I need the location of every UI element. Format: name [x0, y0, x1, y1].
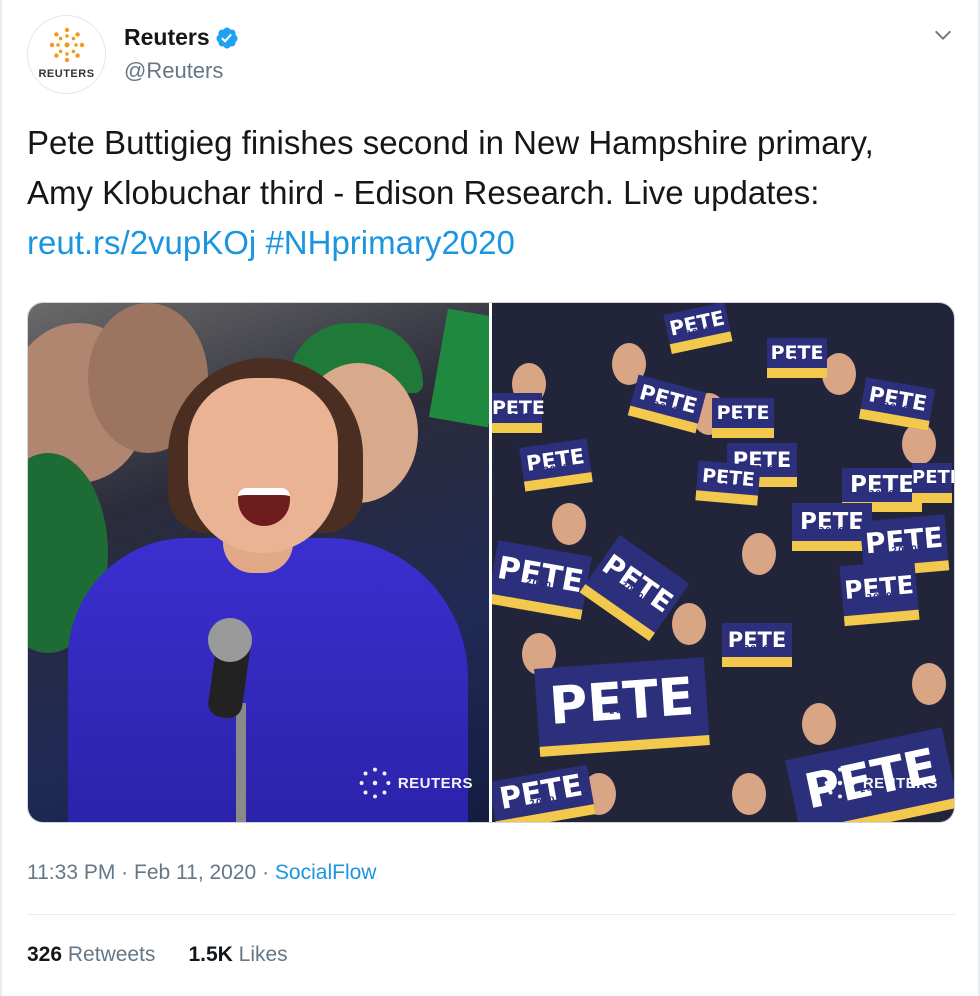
- watermark-text: REUTERS: [862, 774, 938, 792]
- pete-sign: PETE2020: [663, 303, 733, 355]
- likes-label: Likes: [238, 943, 288, 966]
- pete-sign: PETE2020: [767, 338, 827, 378]
- crowd-head: [732, 773, 766, 815]
- pete-sign-year: 2020: [714, 480, 742, 493]
- handle[interactable]: @Reuters: [124, 58, 223, 84]
- media-grid: REUTERS PETE 2020 PETE 2020 PETE 2020 PETE 2020…: [27, 302, 955, 823]
- microphone-head: [208, 618, 252, 662]
- verified-badge-icon: [216, 27, 238, 48]
- mic-stand: [236, 703, 246, 822]
- divider: [27, 914, 955, 915]
- tweet-time[interactable]: 11:33 PM: [27, 861, 115, 884]
- avatar[interactable]: REUTERS: [27, 15, 106, 94]
- pete-sign: PETE2020: [627, 374, 707, 434]
- photo-pete-rally[interactable]: PETE 2020 PETE 2020 PETE 2020 PETE 2020 PETE 2020…: [492, 303, 954, 822]
- source-link[interactable]: SocialFlow: [275, 861, 377, 884]
- crowd-head: [912, 663, 946, 705]
- avatar-text: REUTERS: [38, 68, 95, 80]
- pete-sign: PETE2020: [712, 398, 774, 438]
- reuters-logo-icon: [49, 27, 85, 63]
- pete-sign-year: 2020: [918, 482, 946, 491]
- meta-separator: ·: [262, 861, 270, 884]
- retweets-label: Retweets: [67, 943, 156, 966]
- tweet-body: Pete Buttigieg finishes second in New Ha…: [27, 124, 874, 211]
- chevron-down-icon[interactable]: [932, 24, 954, 46]
- photo-klobuchar[interactable]: REUTERS: [28, 303, 489, 822]
- pete-sign-year: 2020: [743, 644, 771, 653]
- crowd-head: [552, 503, 586, 545]
- pete-sign: PETE2020: [695, 460, 761, 506]
- pete-sign-year: 2020: [783, 357, 811, 366]
- pete-sign: PETE2020: [858, 377, 936, 431]
- meta-separator: ·: [121, 861, 129, 884]
- speaker-face: [188, 378, 338, 553]
- pete-sign-year: 2020: [608, 705, 636, 716]
- crowd-head: [672, 603, 706, 645]
- pete-sign: PETE2020: [519, 438, 593, 492]
- pete-sign-year: 2020: [729, 417, 757, 426]
- reuters-watermark: REUTERS: [358, 766, 473, 800]
- reuters-logo-icon: [824, 767, 856, 799]
- hashtag-link[interactable]: #NHprimary2020: [265, 224, 514, 261]
- background-sign: [428, 308, 489, 428]
- pete-sign: PETE2020: [839, 559, 920, 627]
- reuters-watermark: REUTERS: [823, 766, 938, 800]
- pete-sign-year: 2020: [503, 412, 531, 421]
- pete-sign: PETE2020: [492, 764, 596, 822]
- tweet-stats: 326 Retweets 1.5K Likes: [27, 943, 321, 967]
- pete-sign-year: 2020: [652, 399, 680, 416]
- likes-stat[interactable]: 1.5K Likes: [188, 943, 287, 967]
- pete-sign: PETE2020: [492, 540, 592, 620]
- pete-sign-year: 2020: [525, 576, 553, 591]
- pete-sign-year: 2020: [866, 590, 894, 603]
- tweet-meta: 11:33 PM · Feb 11, 2020 · SocialFlow: [27, 861, 376, 885]
- pete-sign: PETE2020: [912, 463, 954, 503]
- crowd-head: [742, 533, 776, 575]
- tweet-date[interactable]: Feb 11, 2020: [134, 861, 256, 884]
- tweet-text: Pete Buttigieg finishes second in New Ha…: [27, 118, 947, 268]
- pete-sign: PETE2020: [534, 657, 710, 757]
- crowd-head: [802, 703, 836, 745]
- pete-sign: PETE2020: [722, 623, 792, 667]
- watermark-text: REUTERS: [397, 774, 473, 792]
- pete-sign-year: 2020: [619, 579, 646, 603]
- display-name[interactable]: Reuters: [124, 24, 210, 51]
- pete-sign: PETE2020: [492, 393, 545, 433]
- author-name-row[interactable]: Reuters: [124, 24, 239, 51]
- retweets-stat[interactable]: 326 Retweets: [27, 943, 155, 967]
- left-border: [0, 0, 2, 996]
- reuters-logo-icon: [359, 767, 391, 799]
- retweets-count: 326: [27, 943, 63, 966]
- likes-count: 1.5K: [188, 943, 233, 966]
- tweet-url-link[interactable]: reut.rs/2vupKOj: [27, 224, 256, 261]
- crowd-head: [822, 353, 856, 395]
